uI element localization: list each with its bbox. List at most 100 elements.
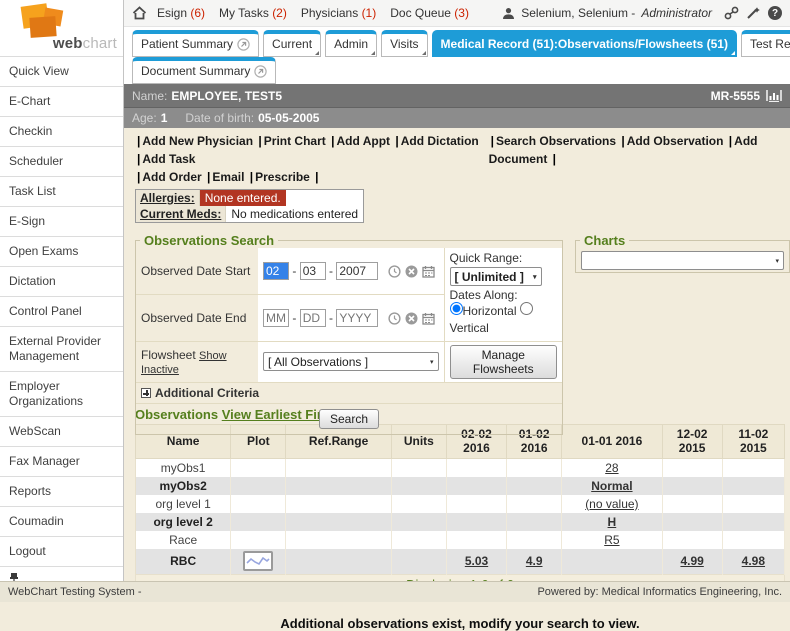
sidebar-item-control-panel[interactable]: Control Panel [0,296,123,326]
clear-date-icon[interactable] [405,265,418,278]
prescribe-link[interactable]: Prescribe [255,170,310,184]
tab-patient-summary[interactable]: Patient Summary [132,30,259,57]
tab-menu-corner-icon [731,51,735,55]
current-meds-value: No medications entered [226,206,363,222]
quick-range-label: Quick Range: [450,251,558,265]
start-day-input[interactable] [300,262,326,280]
add-observation-link[interactable]: Add Observation [627,134,724,148]
nav-physicians[interactable]: Physicians (1) [301,6,376,20]
flowsheet-select[interactable]: [ All Observations ] ▾ [263,352,439,371]
print-chart-link[interactable]: Print Chart [264,134,326,148]
sidebar-item-scheduler[interactable]: Scheduler [0,146,123,176]
search-zone: Observations Search Observed Date Start … [135,233,785,395]
sidebar-item-open-exams[interactable]: Open Exams [0,236,123,266]
webchart-logo[interactable]: webchart [0,0,123,56]
add-task-link[interactable]: Add Task [142,152,195,166]
clear-date-icon[interactable] [405,312,418,325]
end-day-input[interactable] [300,309,326,327]
tab-medical-record-active[interactable]: Medical Record (51):Observations/Flowshe… [432,30,737,57]
time-icon[interactable] [388,265,401,278]
top-navbar: Esign (6) My Tasks (2) Physicians (1) Do… [124,0,790,27]
add-dictation-link[interactable]: Add Dictation [401,134,479,148]
obs-value-link[interactable]: H [608,515,617,529]
obs-value-link[interactable]: R5 [604,533,619,547]
obs-value-link[interactable]: 4.9 [526,554,543,568]
sidebar-item-quick-view[interactable]: Quick View [0,56,123,86]
col-date-4[interactable]: 12-02 2015 [662,425,722,459]
top-icons: ? [724,6,782,20]
obs-value-link[interactable]: (no value) [585,497,638,511]
charts-select[interactable]: ▾ [581,251,784,270]
time-icon[interactable] [388,312,401,325]
dates-along-vertical-radio[interactable] [520,302,533,315]
chart-bars-icon[interactable] [766,89,782,102]
tab-document-summary[interactable]: Document Summary [132,57,276,84]
popup-icon [254,65,267,78]
tab-test-results[interactable]: Test Results [741,30,790,57]
email-link[interactable]: Email [212,170,244,184]
sidebar-item-coumadin[interactable]: Coumadin [0,506,123,536]
search-button[interactable]: Search [319,409,379,429]
obs-value-link[interactable]: 28 [605,461,618,475]
popup-icon [237,38,250,51]
patient-mr-number: MR-5555 [711,89,760,103]
chart-content: |Add New Physician |Print Chart |Add App… [124,128,790,631]
observations-search-title: Observations Search [140,233,278,248]
table-row: org level 1 (no value) [136,495,785,513]
sidebar-item-checkin[interactable]: Checkin [0,116,123,146]
nav-esign[interactable]: Esign (6) [157,6,205,20]
obs-value-link[interactable]: 4.99 [680,554,703,568]
plot-sparkline-button[interactable] [243,551,273,571]
end-year-input[interactable] [336,309,378,327]
calendar-icon[interactable] [422,312,435,325]
dob-label: Date of birth: [185,111,254,125]
sidebar-item-reports[interactable]: Reports [0,476,123,506]
sidebar-item-dictation[interactable]: Dictation [0,266,123,296]
sidebar-item-webscan[interactable]: WebScan [0,416,123,446]
chevron-down-icon: ▾ [533,273,537,281]
tab-admin[interactable]: Admin [325,30,377,57]
user-name[interactable]: Selenium, Selenium - [521,6,635,20]
add-new-physician-link[interactable]: Add New Physician [142,134,253,148]
start-month-input[interactable] [263,262,289,280]
quick-range-select[interactable]: [ Unlimited ] ▾ [450,267,542,286]
sidebar-item-logout[interactable]: Logout [0,536,123,566]
sidebar-item-task-list[interactable]: Task List [0,176,123,206]
table-row: org level 2 H [136,513,785,531]
col-date-3[interactable]: 01-01 2016 [562,425,662,459]
obs-value-link[interactable]: 5.03 [465,554,488,568]
current-meds-link[interactable]: Current Meds: [140,207,221,221]
home-icon[interactable] [132,6,147,20]
col-date-5[interactable]: 11-02 2015 [722,425,784,459]
manage-flowsheets-button[interactable]: Manage Flowsheets [450,345,558,379]
nav-my-tasks[interactable]: My Tasks (2) [219,6,287,20]
add-order-link[interactable]: Add Order [142,170,201,184]
tab-visits[interactable]: Visits [381,30,427,57]
observed-date-start-label: Observed Date Start [136,248,258,294]
allergies-box: Allergies: None entered. Current Meds: N… [135,189,364,223]
end-month-input[interactable] [263,309,289,327]
wand-icon[interactable] [746,6,761,20]
help-icon[interactable]: ? [768,6,782,20]
link-icon[interactable] [724,6,739,20]
search-observations-link[interactable]: Search Observations [496,134,616,148]
sidebar-item-e-sign[interactable]: E-Sign [0,206,123,236]
obs-value-link[interactable]: Normal [591,479,632,493]
allergies-link[interactable]: Allergies: [140,191,195,205]
additional-criteria-toggle[interactable]: Additional Criteria [136,382,562,403]
top-nav-links: Esign (6) My Tasks (2) Physicians (1) Do… [157,6,469,20]
add-appt-link[interactable]: Add Appt [336,134,390,148]
dates-along-horizontal-radio[interactable] [450,302,463,315]
calendar-icon[interactable] [422,265,435,278]
charts-title: Charts [580,233,629,248]
tab-current[interactable]: Current [263,30,321,57]
nav-doc-queue[interactable]: Doc Queue (3) [390,6,469,20]
sidebar-item-employer-organizations[interactable]: Employer Organizations [0,371,123,416]
flowsheet-label: Flowsheet [141,348,196,362]
action-links-row-1: |Add New Physician |Print Chart |Add App… [135,132,785,168]
sidebar-item-e-chart[interactable]: E-Chart [0,86,123,116]
start-year-input[interactable] [336,262,378,280]
sidebar-item-fax-manager[interactable]: Fax Manager [0,446,123,476]
sidebar-item-external-provider-management[interactable]: External Provider Management [0,326,123,371]
obs-value-link[interactable]: 4.98 [742,554,765,568]
